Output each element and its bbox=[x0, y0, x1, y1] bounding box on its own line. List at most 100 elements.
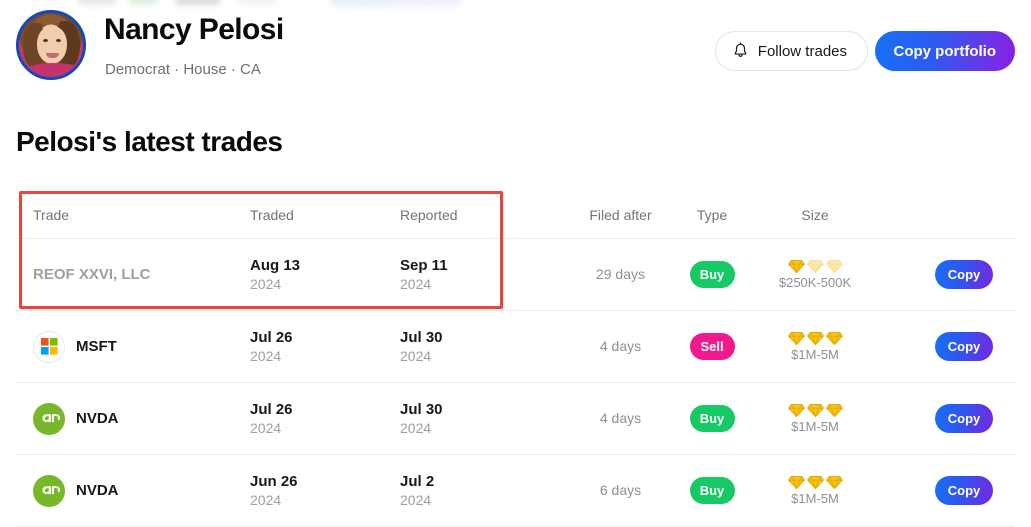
bell-icon bbox=[732, 42, 749, 60]
cell-type: Sell bbox=[673, 333, 751, 360]
traded-year: 2024 bbox=[250, 275, 282, 292]
cutoff-blob bbox=[238, 0, 276, 5]
size-range-label: $1M-5M bbox=[791, 347, 839, 362]
gem-icon-empty bbox=[825, 259, 843, 274]
reported-date: Jul 30 bbox=[400, 328, 443, 346]
cell-trade[interactable]: REOF XXVI, LLC bbox=[16, 266, 250, 283]
gem-icon-filled bbox=[787, 403, 805, 418]
traded-year: 2024 bbox=[250, 491, 282, 508]
cutoff-blob bbox=[128, 0, 158, 5]
trade-symbol: NVDA bbox=[76, 482, 119, 499]
gem-icon-filled bbox=[787, 331, 805, 346]
trades-table: Trade Traded Reported Filed after Type S… bbox=[16, 192, 1015, 527]
table-row[interactable]: MSFT Jul 26 2024 Jul 30 2024 4 days Sell $1M-5M… bbox=[16, 311, 1015, 383]
filed-after-value: 4 days bbox=[599, 337, 642, 354]
traded-date: Jul 26 bbox=[250, 400, 293, 418]
page-title: Nancy Pelosi bbox=[104, 13, 284, 46]
cell-type: Buy bbox=[673, 261, 751, 288]
gem-icon-filled bbox=[825, 331, 843, 346]
avatar bbox=[16, 10, 86, 80]
gem-icon-filled bbox=[787, 475, 805, 490]
gem-icon-filled bbox=[806, 403, 824, 418]
table-header-row: Trade Traded Reported Filed after Type S… bbox=[16, 192, 1015, 239]
status-badge-buy[interactable]: Buy bbox=[689, 261, 735, 288]
column-header-reported[interactable]: Reported bbox=[400, 207, 568, 223]
cell-traded: Jul 26 2024 bbox=[250, 329, 400, 365]
traded-date: Jul 26 bbox=[250, 328, 293, 346]
cell-traded: Aug 13 2024 bbox=[250, 257, 400, 293]
nvidia-logo bbox=[33, 474, 65, 507]
section-title: Pelosi's latest trades bbox=[16, 126, 283, 157]
column-header-trade[interactable]: Trade bbox=[16, 207, 250, 223]
reported-date: Jul 30 bbox=[400, 400, 443, 418]
size-gems bbox=[787, 475, 843, 490]
reported-year: 2024 bbox=[400, 347, 432, 364]
cell-filed-after: 4 days bbox=[568, 338, 673, 356]
reported-year: 2024 bbox=[400, 419, 432, 436]
cell-reported: Jul 2 2024 bbox=[400, 473, 568, 509]
cell-filed-after: 4 days bbox=[568, 410, 673, 428]
table-body: REOF XXVI, LLC Aug 13 2024 Sep 11 2024 29 day… bbox=[16, 239, 1015, 527]
cell-type: Buy bbox=[673, 405, 751, 432]
filed-after-value: 29 days bbox=[595, 265, 646, 282]
size-range-label: $1M-5M bbox=[791, 419, 839, 434]
column-header-type[interactable]: Type bbox=[673, 207, 751, 223]
status-badge-sell[interactable]: Sell bbox=[689, 333, 735, 360]
copy-trade-button[interactable]: Copy bbox=[935, 332, 993, 361]
cell-action: Copy bbox=[879, 404, 1015, 433]
table-row[interactable]: NVDA Jun 26 2024 Jul 2 2024 6 days Buy $1M-5M Co… bbox=[16, 455, 1015, 527]
copy-trade-button[interactable]: Copy bbox=[935, 260, 993, 289]
gem-icon-filled bbox=[825, 475, 843, 490]
cell-size: $1M-5M bbox=[751, 331, 879, 362]
reported-year: 2024 bbox=[400, 491, 432, 508]
cell-trade[interactable]: MSFT bbox=[16, 330, 250, 363]
status-badge-buy[interactable]: Buy bbox=[689, 477, 735, 504]
reported-year: 2024 bbox=[400, 275, 432, 292]
size-range-label: $1M-5M bbox=[791, 491, 839, 506]
status-badge-buy[interactable]: Buy bbox=[689, 405, 735, 432]
avatar-eye-right bbox=[56, 39, 61, 42]
cell-action: Copy bbox=[879, 332, 1015, 361]
cutoff-gradient-banner bbox=[330, 0, 462, 6]
trade-symbol: REOF XXVI, LLC bbox=[33, 266, 151, 283]
cell-reported: Sep 11 2024 bbox=[400, 257, 568, 293]
cell-traded: Jun 26 2024 bbox=[250, 473, 400, 509]
traded-year: 2024 bbox=[250, 419, 282, 436]
copy-trade-button[interactable]: Copy bbox=[935, 404, 993, 433]
follow-trades-label: Follow trades bbox=[757, 42, 847, 60]
gem-icon-filled bbox=[787, 259, 805, 274]
cell-action: Copy bbox=[879, 476, 1015, 505]
avatar-face bbox=[37, 26, 67, 64]
table-row[interactable]: NVDA Jul 26 2024 Jul 30 2024 4 days Buy $1M-5M C… bbox=[16, 383, 1015, 455]
gem-icon-filled bbox=[806, 331, 824, 346]
size-gems bbox=[787, 331, 843, 346]
trade-symbol: MSFT bbox=[76, 338, 117, 355]
cell-trade[interactable]: NVDA bbox=[16, 474, 250, 507]
size-gems bbox=[787, 259, 843, 274]
traded-date: Jun 26 bbox=[250, 472, 298, 490]
nvidia-logo bbox=[33, 402, 65, 435]
column-header-size[interactable]: Size bbox=[751, 207, 879, 223]
gem-icon-filled bbox=[825, 403, 843, 418]
cell-type: Buy bbox=[673, 477, 751, 504]
copy-trade-button[interactable]: Copy bbox=[935, 476, 993, 505]
cell-action: Copy bbox=[879, 260, 1015, 289]
traded-year: 2024 bbox=[250, 347, 282, 364]
table-row[interactable]: REOF XXVI, LLC Aug 13 2024 Sep 11 2024 29 day… bbox=[16, 239, 1015, 311]
microsoft-logo bbox=[33, 330, 65, 363]
reported-date: Jul 2 bbox=[400, 472, 435, 490]
cell-trade[interactable]: NVDA bbox=[16, 402, 250, 435]
cell-traded: Jul 26 2024 bbox=[250, 401, 400, 437]
column-header-traded[interactable]: Traded bbox=[250, 207, 400, 223]
traded-date: Aug 13 bbox=[250, 256, 301, 274]
follow-trades-button[interactable]: Follow trades bbox=[714, 31, 868, 71]
reported-date: Sep 11 bbox=[400, 256, 448, 274]
profile-header: Nancy Pelosi Democrat · House · CA Follo… bbox=[16, 8, 1015, 80]
profile-subtitle: Democrat · House · CA bbox=[105, 61, 261, 78]
avatar-eye-left bbox=[43, 39, 48, 42]
copy-portfolio-button[interactable]: Copy portfolio bbox=[874, 31, 1015, 71]
cell-filed-after: 6 days bbox=[568, 482, 673, 500]
column-header-filed-after[interactable]: Filed after bbox=[568, 207, 673, 223]
cell-filed-after: 29 days bbox=[568, 266, 673, 284]
cell-size: $1M-5M bbox=[751, 475, 879, 506]
